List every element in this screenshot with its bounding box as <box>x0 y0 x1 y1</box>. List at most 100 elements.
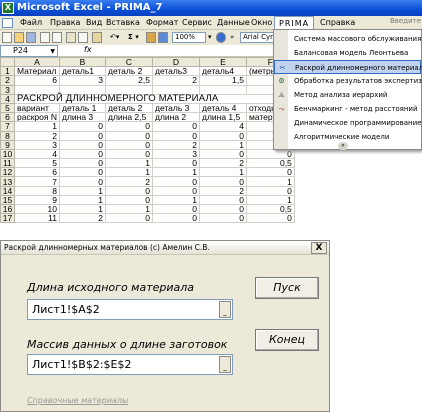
menu-file[interactable]: Файл <box>20 18 42 27</box>
cell[interactable]: 0 <box>104 130 153 141</box>
cell[interactable]: 2 <box>198 185 247 196</box>
row-header[interactable]: 3 <box>0 84 15 95</box>
save-icon[interactable] <box>26 32 36 43</box>
menu-item-algorithmic-models[interactable]: Алгоритмические модели <box>274 130 421 144</box>
cell[interactable]: вариант <box>14 102 60 114</box>
cell[interactable]: 0 <box>58 139 106 150</box>
cell[interactable]: 1 <box>198 139 247 150</box>
cell[interactable]: 0 <box>58 130 106 141</box>
cell[interactable]: 0 <box>198 203 247 215</box>
cell[interactable]: деталь4 <box>198 66 247 77</box>
select-all-corner[interactable] <box>0 56 15 68</box>
cell[interactable]: 4 <box>198 121 247 132</box>
section-title-cell[interactable]: РАСКРОЙ ДЛИННОМЕРНОГО МАТЕРИАЛА <box>14 93 295 104</box>
print-icon[interactable] <box>40 32 50 43</box>
cell[interactable]: 1 <box>58 185 106 196</box>
cell[interactable]: 0 <box>104 139 153 150</box>
cell[interactable]: 6 <box>14 167 60 178</box>
undo-icon[interactable]: ↶▾ <box>110 32 119 43</box>
cell[interactable]: 0,5 <box>245 203 295 215</box>
cell[interactable]: 0 <box>104 213 153 224</box>
cell[interactable]: 0 <box>58 148 106 160</box>
column-header-c[interactable]: C <box>104 56 153 68</box>
help-icon[interactable] <box>216 32 226 43</box>
zoom-select[interactable]: 100% <box>172 32 206 43</box>
cell[interactable]: 2 <box>151 75 200 86</box>
cell[interactable]: 8 <box>14 185 60 196</box>
autosum-icon[interactable]: Σ ▾ <box>128 32 139 43</box>
cell[interactable]: 0 <box>151 185 200 196</box>
menu-format[interactable]: Формат <box>146 18 178 27</box>
chart-icon[interactable] <box>158 32 168 43</box>
cell[interactable]: длина 2 <box>151 112 200 123</box>
cell[interactable]: 1 <box>58 203 106 215</box>
cell[interactable]: Материал <box>14 66 60 77</box>
cell[interactable]: длина 3 <box>58 112 106 123</box>
cell[interactable]: деталь 1 <box>58 102 106 114</box>
row-header[interactable]: 2 <box>0 75 15 86</box>
cell[interactable]: 1 <box>198 167 247 178</box>
cell[interactable]: 1,5 <box>198 75 247 86</box>
cell[interactable]: 3 <box>58 75 106 86</box>
workbook-icon[interactable] <box>2 18 13 28</box>
row-header[interactable]: 8 <box>0 130 15 141</box>
row-header[interactable]: 13 <box>0 176 15 187</box>
sort-icon[interactable] <box>146 32 156 43</box>
cell[interactable]: длина 1,5 <box>198 112 247 123</box>
menu-item-benchmarking[interactable]: ⤳ Бенчмаркинг - метод расстояний <box>274 102 421 116</box>
row-header[interactable]: 5 <box>0 102 15 114</box>
row-header[interactable]: 10 <box>0 148 15 160</box>
menu-view[interactable]: Вид <box>86 18 102 27</box>
cell[interactable]: 0 <box>58 167 106 178</box>
cell[interactable]: длина 2,5 <box>104 112 153 123</box>
menu-item-expert-results[interactable]: ⚙ Обработка результатов экспертизы <box>274 74 422 88</box>
cell[interactable]: 0 <box>104 121 153 132</box>
help-materials-link[interactable]: Справочные материалы <box>27 396 128 405</box>
column-header-d[interactable]: D <box>151 56 200 68</box>
cut-icon[interactable] <box>66 32 76 43</box>
cell[interactable]: 0 <box>104 194 153 206</box>
range-picker-button[interactable]: _ <box>219 356 231 373</box>
cell[interactable]: 0 <box>198 213 247 224</box>
row-header[interactable]: 15 <box>0 194 15 206</box>
cell[interactable]: 1 <box>104 203 153 215</box>
paste-icon[interactable] <box>92 32 102 43</box>
cell[interactable]: 5 <box>14 158 60 169</box>
cell[interactable]: 0 <box>58 158 106 169</box>
menu-item-cutting-stock[interactable]: ✂ Раскрой длинномерного материала <box>274 60 422 74</box>
cell[interactable]: 0 <box>104 148 153 160</box>
row-header[interactable]: 7 <box>0 121 15 132</box>
cell[interactable]: раскроя N <box>14 112 60 123</box>
menu-item-hierarchy[interactable]: ⟁ Метод анализа иерархий <box>274 88 421 102</box>
cell[interactable]: 0 <box>198 194 247 206</box>
cell[interactable]: 0 <box>245 185 295 196</box>
cell[interactable]: 0 <box>198 130 247 141</box>
cell[interactable]: 1 <box>151 167 200 178</box>
row-header[interactable]: 14 <box>0 185 15 196</box>
cell[interactable]: 0 <box>245 167 295 178</box>
cell[interactable]: деталь 2 <box>104 66 153 77</box>
menu-item-dynamic-programming[interactable]: Динамическое программирование <box>274 116 421 130</box>
menu-insert[interactable]: Вставка <box>106 18 140 27</box>
row-header[interactable]: 9 <box>0 139 15 150</box>
menu-item-queueing[interactable]: Система массового обслуживания <box>274 32 421 46</box>
zoom-dropdown-icon[interactable]: ▾ <box>208 32 212 43</box>
range-picker-button[interactable]: _ <box>219 301 231 318</box>
help-search-box[interactable]: Введите <box>390 17 422 29</box>
cell[interactable]: 1 <box>58 194 106 206</box>
cell[interactable]: 7 <box>14 176 60 187</box>
menu-tools[interactable]: Сервис <box>182 18 212 27</box>
menu-data[interactable]: Данные <box>217 18 250 27</box>
cell[interactable]: 2 <box>14 130 60 141</box>
cell[interactable]: 0 <box>104 185 153 196</box>
copy-icon[interactable] <box>78 32 88 43</box>
cell[interactable]: 1 <box>14 121 60 132</box>
row-header[interactable]: 11 <box>0 158 15 169</box>
cell[interactable]: 0 <box>58 121 106 132</box>
cell[interactable]: 1 <box>245 176 295 187</box>
material-length-field[interactable]: Лист1!$A$2 _ <box>27 299 233 320</box>
cell[interactable]: 0 <box>245 148 295 160</box>
cell[interactable]: 2 <box>58 213 106 224</box>
menu-edit[interactable]: Правка <box>50 18 80 27</box>
row-header[interactable]: 4 <box>0 93 15 104</box>
